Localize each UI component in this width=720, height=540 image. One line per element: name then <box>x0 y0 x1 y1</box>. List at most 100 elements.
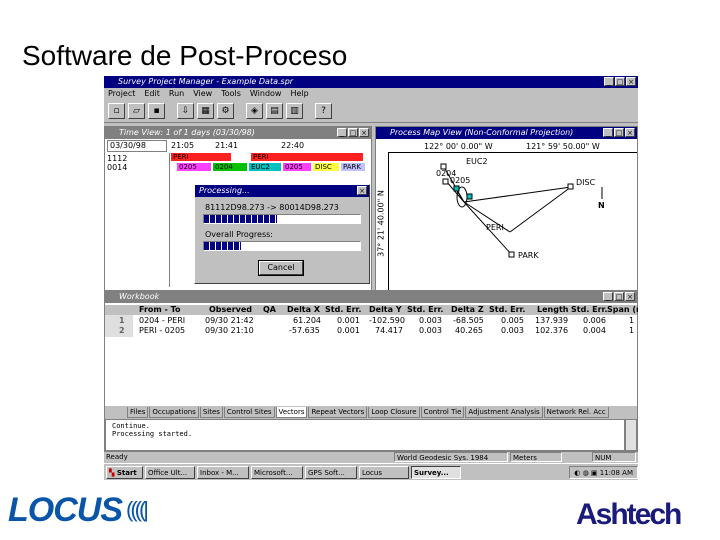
minimize-icon[interactable]: _ <box>337 128 347 137</box>
save-icon[interactable]: ▪ <box>148 103 165 119</box>
import-icon[interactable]: ⇩ <box>177 103 194 119</box>
start-button[interactable]: ▚ Start <box>106 465 143 479</box>
taskbar-item-active[interactable]: Survey... <box>411 465 461 479</box>
cancel-button[interactable]: Cancel <box>258 260 304 276</box>
taskbar-item[interactable]: Microsoft... <box>251 465 303 479</box>
column-header[interactable]: Std. Err. <box>407 305 443 315</box>
workbook-titlebar[interactable]: Workbook _ □ × <box>105 291 637 303</box>
occupation-bar[interactable]: 0205 <box>177 163 211 171</box>
locus-wordmark: LOCUS <box>8 490 123 529</box>
menu-project[interactable]: Project <box>108 88 135 100</box>
report-icon[interactable]: ▤ <box>266 103 283 119</box>
grid-icon[interactable]: ▦ <box>197 103 214 119</box>
log-line: Continue. <box>112 422 150 430</box>
system-tray[interactable]: ◐ ◍ ▣ 11:08 AM <box>569 465 638 479</box>
row-header-column <box>105 315 133 337</box>
file-progress-fill <box>204 215 278 223</box>
minimize-icon[interactable]: _ <box>603 128 613 137</box>
processing-title: Processing... <box>199 186 250 195</box>
occupation-bar[interactable]: DISC <box>313 163 339 171</box>
new-icon[interactable]: ▫ <box>108 103 125 119</box>
column-header[interactable]: Delta X <box>287 305 320 315</box>
tab-loop-closure[interactable]: Loop Closure <box>368 407 420 418</box>
occupation-bar[interactable]: PARK <box>341 163 365 171</box>
minimize-icon[interactable]: _ <box>603 292 613 301</box>
maximize-icon[interactable]: □ <box>348 128 358 137</box>
menu-edit[interactable]: Edit <box>144 88 160 100</box>
close-icon[interactable]: × <box>626 77 636 86</box>
column-header[interactable]: Observed <box>209 305 252 315</box>
table-cell: 61.204 <box>293 316 321 325</box>
table-cell: 0.003 <box>419 316 442 325</box>
tab-files[interactable]: Files <box>127 407 149 418</box>
map-canvas[interactable]: 122° 00' 0.00" W 121° 59' 50.00" W 37° 2… <box>376 139 637 290</box>
column-header[interactable]: Std. Err. <box>571 305 607 315</box>
menu-help[interactable]: Help <box>290 88 308 100</box>
tray-icons: ◐ ◍ ▣ <box>574 468 600 477</box>
map-view-titlebar[interactable]: Process Map View (Non-Conformal Projecti… <box>376 127 637 139</box>
chart-icon[interactable]: ▥ <box>286 103 303 119</box>
tab-control-sites[interactable]: Control Sites <box>223 407 275 418</box>
taskbar-item[interactable]: Inbox - M... <box>197 465 249 479</box>
column-header[interactable]: Delta Z <box>451 305 484 315</box>
map-point-label: DISC <box>576 178 596 187</box>
close-icon[interactable]: × <box>359 128 369 137</box>
log-scrollbar[interactable] <box>625 419 637 451</box>
app-titlebar[interactable]: Survey Project Manager - Example Data.sp… <box>104 76 638 88</box>
column-header[interactable]: QA <box>263 305 276 315</box>
tab-repeat-vectors[interactable]: Repeat Vectors <box>308 407 368 418</box>
menu-view[interactable]: View <box>193 88 212 100</box>
help-icon[interactable]: ? <box>315 103 332 119</box>
processing-titlebar[interactable]: Processing... × <box>195 185 369 197</box>
column-header[interactable]: Span (m <box>607 305 638 315</box>
tab-adjustment-analysis[interactable]: Adjustment Analysis <box>465 407 543 418</box>
map-view-title: Process Map View (Non-Conformal Projecti… <box>390 128 574 137</box>
map-point-label: PERI <box>486 223 504 232</box>
column-header[interactable]: From - To <box>139 305 181 315</box>
tab-network-rel-acc[interactable]: Network Rel. Acc <box>543 407 609 418</box>
occupation-bar[interactable]: EUC2 <box>249 163 281 171</box>
taskbar-item[interactable]: GPS Soft... <box>305 465 357 479</box>
occupation-bar[interactable]: PERI <box>251 153 363 161</box>
table-cell: 102.376 <box>535 326 569 335</box>
open-icon[interactable]: ▱ <box>128 103 145 119</box>
column-header[interactable]: Delta Y <box>369 305 402 315</box>
log-panel: Continue. Processing started. <box>105 419 625 451</box>
column-header[interactable]: Length <box>537 305 568 315</box>
date-select[interactable]: 03/30/98 <box>107 140 167 152</box>
column-header[interactable]: Std. Err. <box>489 305 525 315</box>
table-cell: -57.635 <box>289 326 320 335</box>
column-header[interactable]: Std. Err. <box>325 305 361 315</box>
site-label: 1112 <box>107 154 128 163</box>
table-cell: 0.003 <box>419 326 442 335</box>
table-row[interactable]: 1 0204 - PERI 09/30 21:42 61.204 0.001 -… <box>105 316 637 326</box>
occupation-bar[interactable]: 0204 <box>213 163 247 171</box>
occupation-bar[interactable]: 0205 <box>283 163 311 171</box>
process-icon[interactable]: ⚙ <box>217 103 234 119</box>
tab-vectors[interactable]: Vectors <box>275 407 308 418</box>
time-tick: 21:05 <box>171 141 195 150</box>
close-icon[interactable]: × <box>625 128 635 137</box>
adjust-icon[interactable]: ◈ <box>246 103 263 119</box>
table-cell: 74.417 <box>375 326 403 335</box>
taskbar-item[interactable]: Office Ult... <box>145 465 195 479</box>
maximize-icon[interactable]: □ <box>614 128 624 137</box>
overall-progress-fill <box>204 242 242 250</box>
close-icon[interactable]: × <box>625 292 635 301</box>
maximize-icon[interactable]: □ <box>614 292 624 301</box>
tab-control-tie[interactable]: Control Tie <box>420 407 465 418</box>
maximize-icon[interactable]: □ <box>615 77 625 86</box>
table-row[interactable]: 2 PERI - 0205 09/30 21:10 -57.635 0.001 … <box>105 326 637 336</box>
occupation-bar[interactable]: PERI <box>171 153 231 161</box>
time-view-titlebar[interactable]: Time View: 1 of 1 days (03/30/98) _ □ × <box>105 127 371 139</box>
menu-window[interactable]: Window <box>250 88 282 100</box>
minimize-icon[interactable]: _ <box>604 77 614 86</box>
taskbar-item[interactable]: Locus <box>359 465 409 479</box>
close-icon[interactable]: × <box>357 186 367 195</box>
menu-tools[interactable]: Tools <box>221 88 241 100</box>
menu-bar: Project Edit Run View Tools Window Help <box>104 88 638 100</box>
menu-run[interactable]: Run <box>169 88 184 100</box>
tab-sites[interactable]: Sites <box>199 407 223 418</box>
tab-occupations[interactable]: Occupations <box>149 407 199 418</box>
table-cell: 09/30 21:10 <box>205 326 254 335</box>
